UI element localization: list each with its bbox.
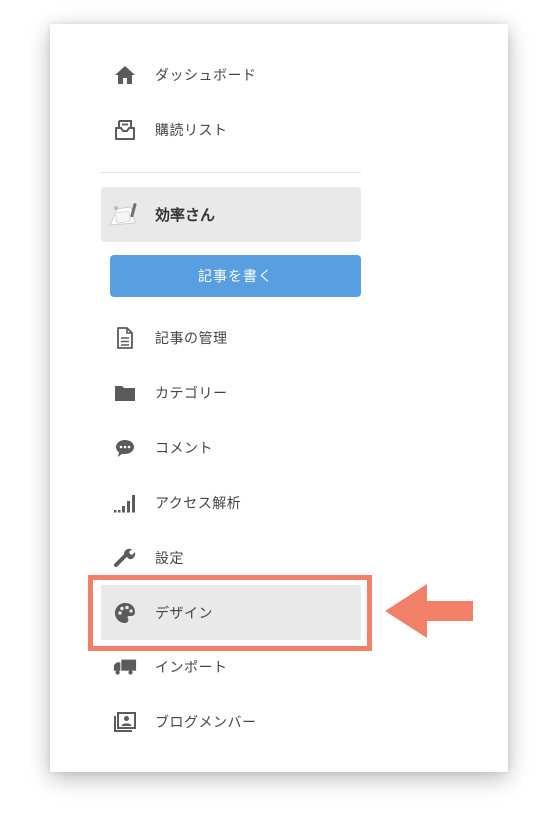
nav-item-members[interactable]: ブログメンバー xyxy=(101,695,361,749)
nav-item-label: アクセス解析 xyxy=(155,496,242,512)
nav-item-manage-entries[interactable]: 記事の管理 xyxy=(101,311,361,365)
blog-avatar xyxy=(107,198,139,231)
nav-item-label: カテゴリー xyxy=(155,386,228,402)
highlight-box xyxy=(88,575,372,651)
nav-item-label: インポート xyxy=(155,660,228,676)
nav-item-label: 購読リスト xyxy=(155,123,228,139)
bar-signal-icon xyxy=(113,491,137,515)
nav-item-label: ブログメンバー xyxy=(155,715,257,731)
blog-name: 効率さん xyxy=(155,206,216,224)
section-divider xyxy=(101,172,361,173)
home-icon xyxy=(113,63,137,87)
nav-item-dashboard[interactable]: ダッシュボード xyxy=(101,48,361,102)
nav-item-label: ダッシュボード xyxy=(155,68,257,84)
wrench-icon xyxy=(113,546,137,570)
pointer-arrow-icon xyxy=(385,584,475,642)
folder-icon xyxy=(113,381,137,405)
nav-item-label: 設定 xyxy=(155,551,184,567)
sidebar-panel: ダッシュボード 購読リスト 効率さん 記事を書く 記事の管理 カテゴリー コメン… xyxy=(50,24,508,772)
nav-item-analytics[interactable]: アクセス解析 xyxy=(101,476,361,530)
speech-bubble-icon xyxy=(113,436,137,460)
nav-item-label: 記事の管理 xyxy=(155,331,228,347)
document-icon xyxy=(113,326,137,350)
write-article-button[interactable]: 記事を書く xyxy=(110,255,361,297)
member-card-icon xyxy=(113,710,137,734)
nav-item-categories[interactable]: カテゴリー xyxy=(101,366,361,420)
blog-selector[interactable]: 効率さん xyxy=(101,187,361,242)
nav-item-label: コメント xyxy=(155,441,213,457)
truck-icon xyxy=(113,655,137,679)
nav-item-comments[interactable]: コメント xyxy=(101,421,361,475)
nav-item-reading-list[interactable]: 購読リスト xyxy=(101,103,361,157)
reading-list-icon xyxy=(113,118,137,142)
